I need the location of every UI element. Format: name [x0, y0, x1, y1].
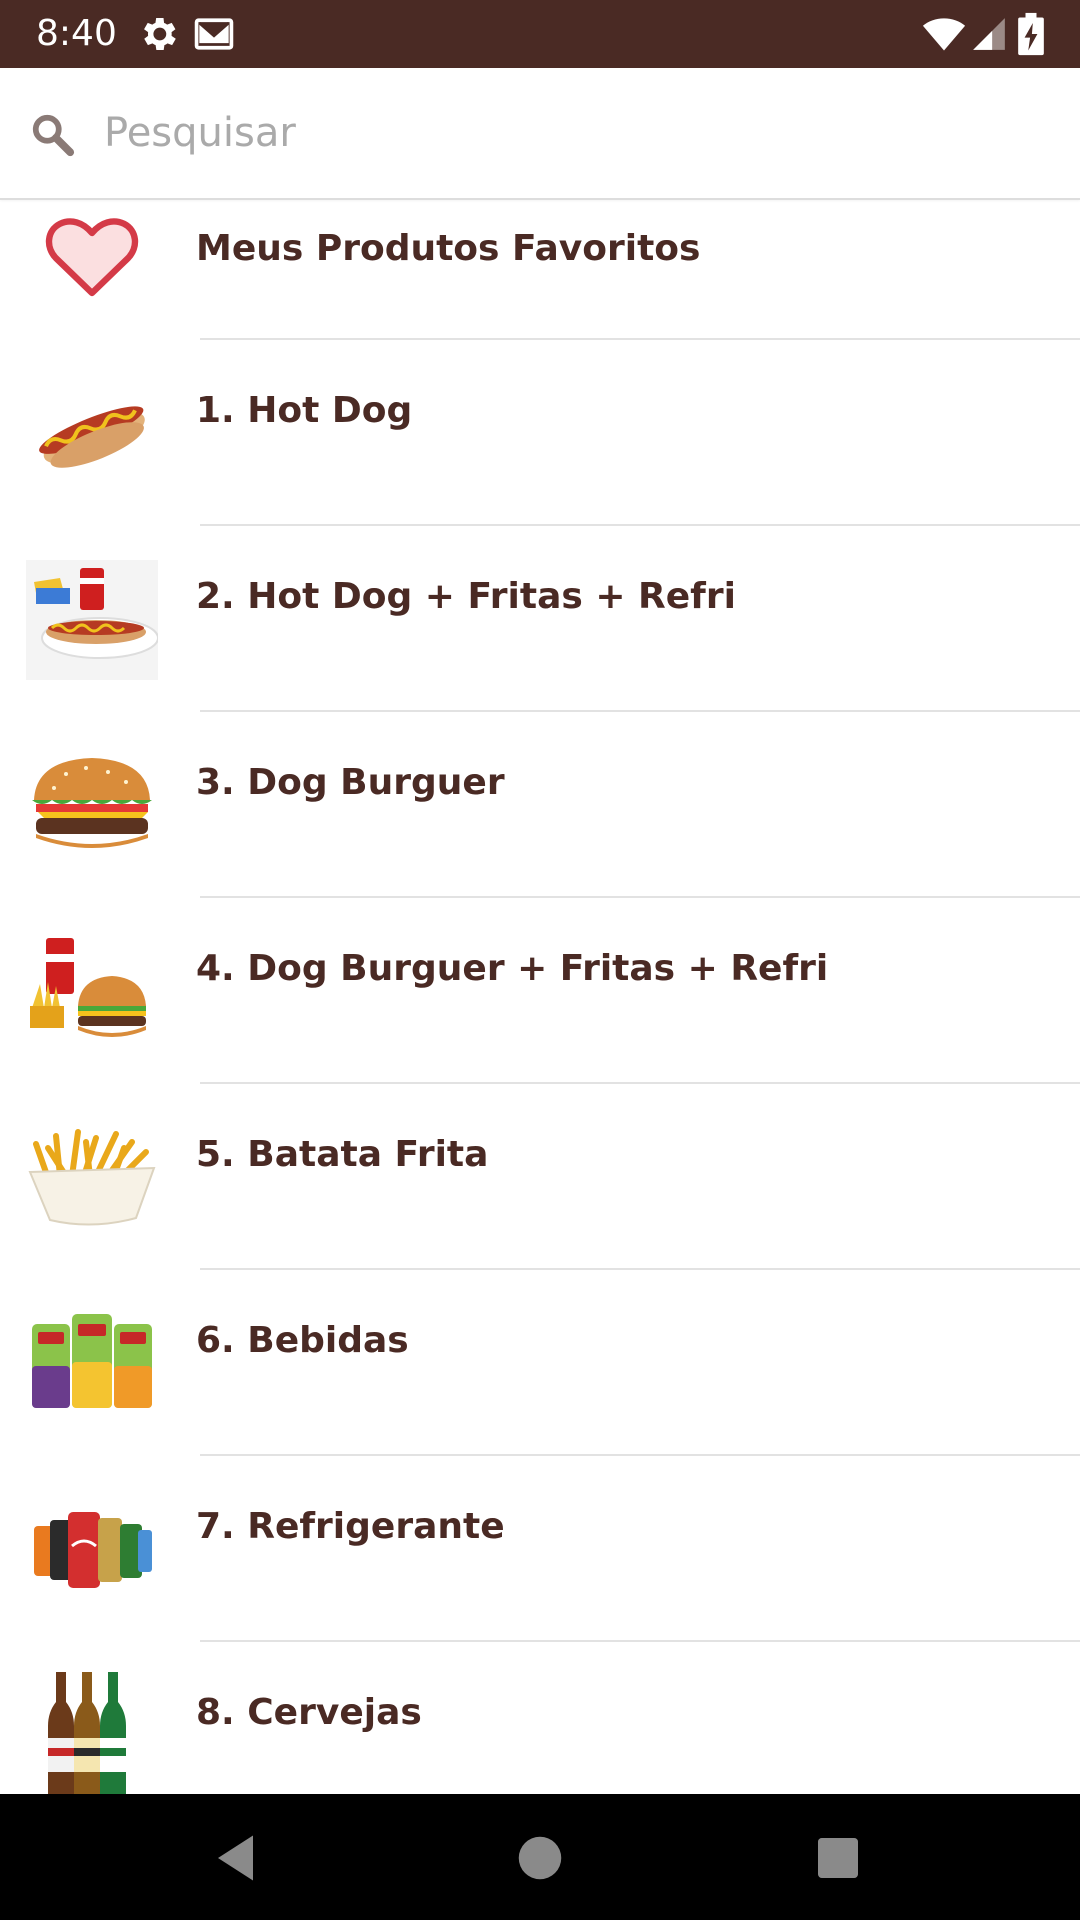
list-item-label: 4. Dog Burguer + Fritas + Refri — [196, 948, 829, 989]
list-item-hot-dog[interactable]: 1. Hot Dog — [0, 340, 1080, 526]
back-icon[interactable] — [208, 1828, 268, 1888]
signal-icon — [970, 12, 1008, 56]
list-item-bebidas[interactable]: 6. Bebidas — [0, 1270, 1080, 1456]
list-item-cervejas[interactable]: 8. Cervejas — [0, 1642, 1080, 1794]
list-item-label: 5. Batata Frita — [196, 1134, 489, 1175]
gear-icon — [136, 12, 180, 56]
list-item-label: 7. Refrigerante — [196, 1506, 505, 1547]
list-item-batata-frita[interactable]: 5. Batata Frita — [0, 1084, 1080, 1270]
burger-combo-image — [26, 932, 158, 1052]
search-input[interactable] — [104, 98, 1004, 168]
hot-dog-combo-image — [26, 560, 158, 680]
list-item-label: 3. Dog Burguer — [196, 762, 505, 803]
list-item-label: 8. Cervejas — [196, 1692, 422, 1733]
soda-cans-image — [26, 1490, 158, 1610]
list-item-dog-burguer[interactable]: 3. Dog Burguer — [0, 712, 1080, 898]
home-icon[interactable] — [510, 1828, 570, 1888]
system-navigation-bar — [0, 1794, 1080, 1920]
list-item-label: 1. Hot Dog — [196, 390, 413, 431]
list-item-hot-dog-combo[interactable]: 2. Hot Dog + Fritas + Refri — [0, 526, 1080, 712]
list-item-dog-burguer-combo[interactable]: 4. Dog Burguer + Fritas + Refri — [0, 898, 1080, 1084]
wifi-icon — [920, 12, 968, 56]
burger-image — [26, 742, 158, 862]
search-icon[interactable] — [30, 112, 76, 158]
status-bar: 8:40 — [0, 0, 1080, 68]
list-item-refrigerante[interactable]: 7. Refrigerante — [0, 1456, 1080, 1642]
list-item-label: 6. Bebidas — [196, 1320, 409, 1361]
list-item-label: 2. Hot Dog + Fritas + Refri — [196, 576, 736, 617]
heart-icon — [44, 210, 140, 300]
list-item-label: Meus Produtos Favoritos — [196, 228, 701, 269]
battery-charging-icon — [1014, 12, 1048, 56]
status-time: 8:40 — [36, 13, 117, 54]
product-category-list: Meus Produtos Favoritos 1. Hot Dog 2. Ho… — [0, 200, 1080, 1794]
juice-cans-image — [26, 1304, 158, 1424]
beer-bottles-image — [26, 1668, 158, 1794]
hot-dog-image — [26, 372, 158, 492]
gmail-icon — [192, 12, 236, 56]
fries-image — [26, 1118, 158, 1238]
recents-icon[interactable] — [808, 1828, 868, 1888]
app-screen: 8:40 Meus Produtos Favoritos — [0, 0, 1080, 1920]
search-bar — [0, 68, 1080, 200]
